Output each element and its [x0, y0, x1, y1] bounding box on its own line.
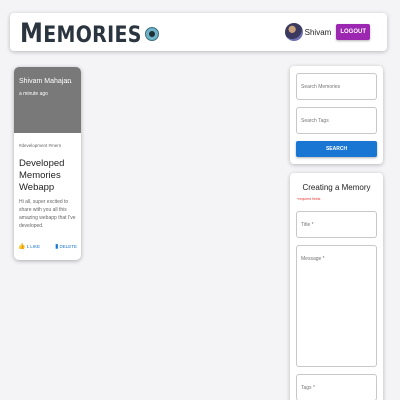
- avatar[interactable]: [284, 23, 303, 41]
- logout-button[interactable]: LOGOUT: [336, 24, 370, 40]
- post-message: Hi all, super excited to share with you …: [19, 199, 76, 229]
- delete-label: DELETE: [59, 244, 77, 249]
- like-label: 1 LIKE: [26, 244, 40, 249]
- post-time: a minute ago: [19, 91, 48, 97]
- post-card[interactable]: Shivam Mahajan a minute ago ... #develop…: [14, 67, 81, 260]
- post-actions: 👍 1 LIKE ▮ DELETE: [18, 243, 77, 250]
- post-title: Developed Memories Webapp: [19, 158, 65, 193]
- memory-form: Creating a Memory *required fields Title…: [290, 173, 383, 400]
- user-area: Shivam LOGOUT: [284, 23, 370, 41]
- like-button[interactable]: 👍 1 LIKE: [18, 243, 40, 250]
- search-panel: Search Memories Search Tags SEARCH: [290, 66, 383, 164]
- search-memories-input[interactable]: Search Memories: [296, 73, 377, 100]
- brand-title: MEMORIES: [20, 19, 142, 49]
- post-media: Shivam Mahajan a minute ago ...: [14, 67, 81, 133]
- brand[interactable]: MEMORIES: [20, 19, 159, 49]
- title-field[interactable]: Title *: [296, 211, 377, 238]
- required-note: *required fields: [297, 197, 321, 201]
- thumb-up-icon: 👍: [18, 244, 26, 250]
- username: Shivam: [304, 27, 332, 37]
- post-author: Shivam Mahajan: [19, 78, 72, 85]
- form-title: Creating a Memory: [302, 183, 371, 192]
- message-field[interactable]: Message *: [296, 245, 377, 367]
- delete-button[interactable]: ▮ DELETE: [55, 243, 77, 250]
- more-options-icon[interactable]: ...: [65, 76, 72, 85]
- memories-logo-icon: [144, 27, 159, 41]
- search-button[interactable]: SEARCH: [296, 141, 377, 157]
- delete-icon: ▮: [55, 244, 59, 250]
- app-bar: MEMORIES Shivam LOGOUT: [10, 13, 387, 51]
- tags-field[interactable]: Tags *: [296, 374, 377, 400]
- post-tags: #development #mern: [19, 143, 62, 148]
- search-tags-input[interactable]: Search Tags: [296, 107, 377, 134]
